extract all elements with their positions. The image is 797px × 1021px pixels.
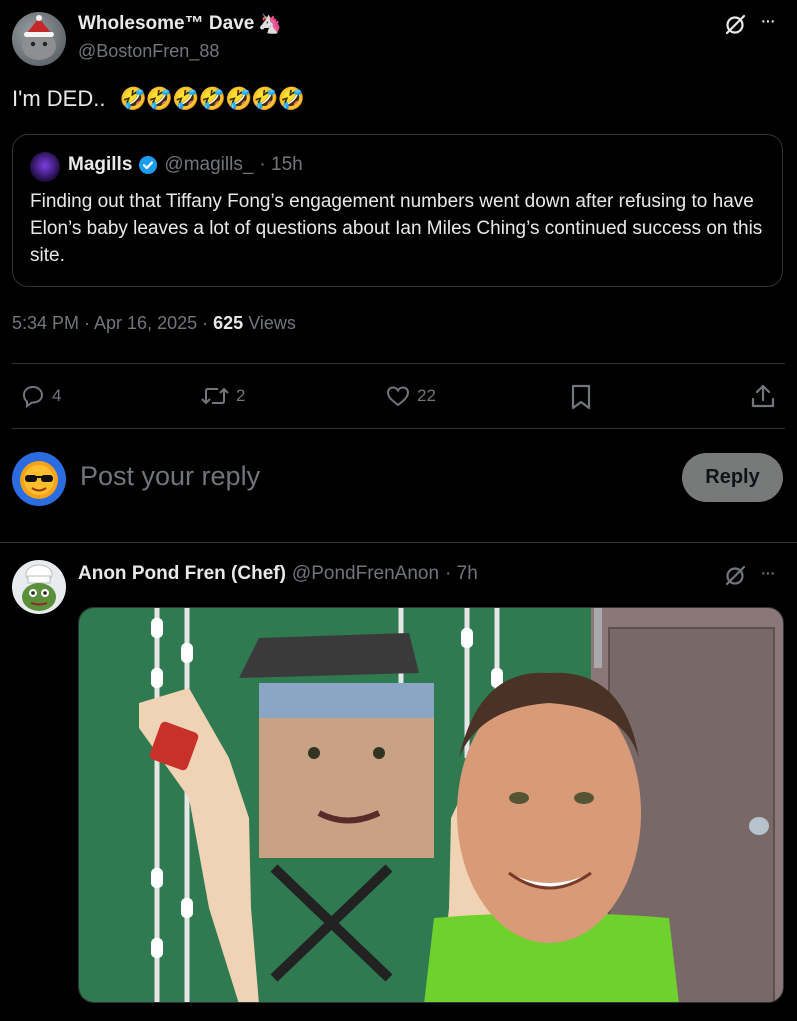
author-display-name[interactable]: Wholesome™ Dave <box>78 13 254 35</box>
author-avatar[interactable] <box>12 12 66 66</box>
cat-santa-avatar-icon <box>22 15 56 60</box>
views-label: Views <box>248 313 296 333</box>
cartoon-meme-illustration <box>79 608 783 1002</box>
repost-icon <box>201 387 229 405</box>
bookmark-icon <box>571 384 591 410</box>
reply-input[interactable]: Post your reply <box>80 461 260 492</box>
verified-badge-icon <box>139 156 158 174</box>
grok-icon[interactable] <box>722 12 748 38</box>
reply-icon <box>22 385 44 408</box>
author-handle[interactable]: @BostonFren_88 <box>78 41 219 62</box>
quote-author-avatar <box>30 152 60 182</box>
pepe-chef-avatar-icon <box>22 564 56 611</box>
reply-submit-button[interactable]: Reply <box>682 453 783 502</box>
bookmark-button[interactable] <box>569 383 593 416</box>
like-count: 22 <box>417 386 436 405</box>
reply-submit-label: Reply <box>705 466 760 488</box>
tweet-text: I'm DED.. <box>12 86 106 111</box>
share-button[interactable] <box>750 382 776 415</box>
reply-author-avatar[interactable] <box>12 560 66 614</box>
views-count: 625 <box>213 313 244 333</box>
reply-author-name[interactable]: Anon Pond Fren (Chef) <box>78 563 286 585</box>
reply-author-handle[interactable]: @PondFrenAnon <box>292 563 439 585</box>
quote-author-name: Magills <box>68 154 133 175</box>
quote-author-handle: @magills_ <box>164 154 254 175</box>
like-button[interactable]: 22 <box>385 383 436 409</box>
repost-count: 2 <box>236 386 246 405</box>
more-options-icon[interactable]: ··· <box>760 10 776 33</box>
reply-media-image[interactable] <box>78 607 784 1003</box>
reply-count: 4 <box>52 386 62 405</box>
heart-icon <box>386 386 410 407</box>
quote-text: Finding out that Tiffany Fong’s engageme… <box>30 191 763 266</box>
tweet-timestamp[interactable]: 5:34 PM · Apr 16, 2025 · <box>12 313 213 333</box>
laughing-emoji-icon: 🤣🤣🤣🤣🤣🤣🤣 <box>119 86 305 111</box>
reply-more-options-icon[interactable]: ··· <box>760 562 776 585</box>
unicorn-icon: 🦄 <box>258 14 282 35</box>
my-avatar[interactable] <box>12 452 66 506</box>
sun-sunglasses-avatar-icon <box>20 461 58 499</box>
share-icon <box>751 384 775 408</box>
quote-time: · 15h <box>259 154 303 175</box>
reply-grok-icon[interactable] <box>722 563 748 589</box>
reply-button[interactable]: 4 <box>20 383 61 409</box>
repost-button[interactable]: 2 <box>200 383 245 409</box>
reply-time[interactable]: · 7h <box>445 563 478 585</box>
